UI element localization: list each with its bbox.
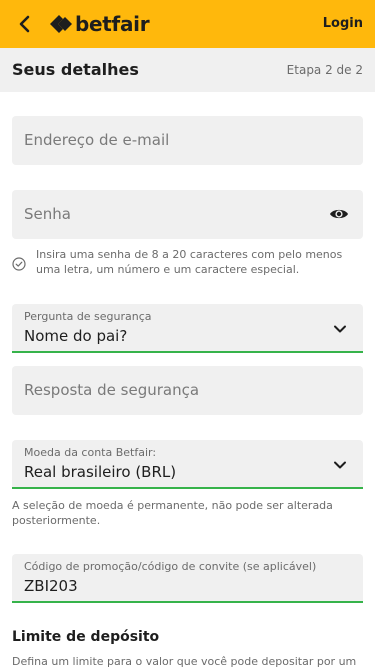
security-question-select[interactable]: Pergunta de segurança Nome do pai? (12, 304, 363, 353)
top-bar: betfair Login (0, 0, 375, 48)
password-field[interactable]: Senha (12, 190, 363, 239)
back-button[interactable] (14, 13, 36, 35)
currency-label: Moeda da conta Betfair: (24, 446, 157, 459)
arrow-left-icon (19, 15, 30, 33)
login-button[interactable]: Login (323, 14, 363, 34)
promo-code-field[interactable]: Código de promoção/código de convite (se… (12, 554, 363, 603)
step-indicator: Etapa 2 de 2 (286, 63, 363, 77)
chevron-down-icon (334, 461, 346, 469)
password-hint-text: Insira uma senha de 8 a 20 caracteres co… (36, 248, 343, 276)
betfair-logo[interactable]: betfair (50, 12, 150, 36)
currency-select[interactable]: Moeda da conta Betfair: Real brasileiro … (12, 440, 363, 489)
chevron-down-icon (334, 325, 346, 333)
brand-name: betfair (75, 12, 150, 36)
security-question-label: Pergunta de segurança (24, 310, 152, 323)
currency-note: A seleção de moeda é permanente, não pod… (12, 499, 333, 527)
security-answer-placeholder: Resposta de segurança (24, 381, 200, 399)
promo-code-label: Código de promoção/código de convite (se… (24, 560, 317, 573)
security-question-value: Nome do pai? (24, 327, 128, 345)
currency-value: Real brasileiro (BRL) (24, 463, 177, 481)
check-circle-icon (12, 257, 26, 271)
betfair-arrow-icon (50, 15, 72, 33)
security-answer-field[interactable]: Resposta de segurança (12, 366, 363, 415)
step-header: Seus detalhes Etapa 2 de 2 (0, 48, 375, 92)
page-title: Seus detalhes (12, 60, 139, 79)
email-placeholder: Endereço de e-mail (24, 131, 170, 149)
show-password-icon[interactable] (329, 207, 349, 221)
password-placeholder: Senha (24, 205, 71, 223)
email-field[interactable]: Endereço de e-mail (12, 116, 363, 165)
deposit-limit-title: Limite de depósito (12, 629, 160, 645)
promo-code-value: ZBI203 (24, 577, 78, 595)
